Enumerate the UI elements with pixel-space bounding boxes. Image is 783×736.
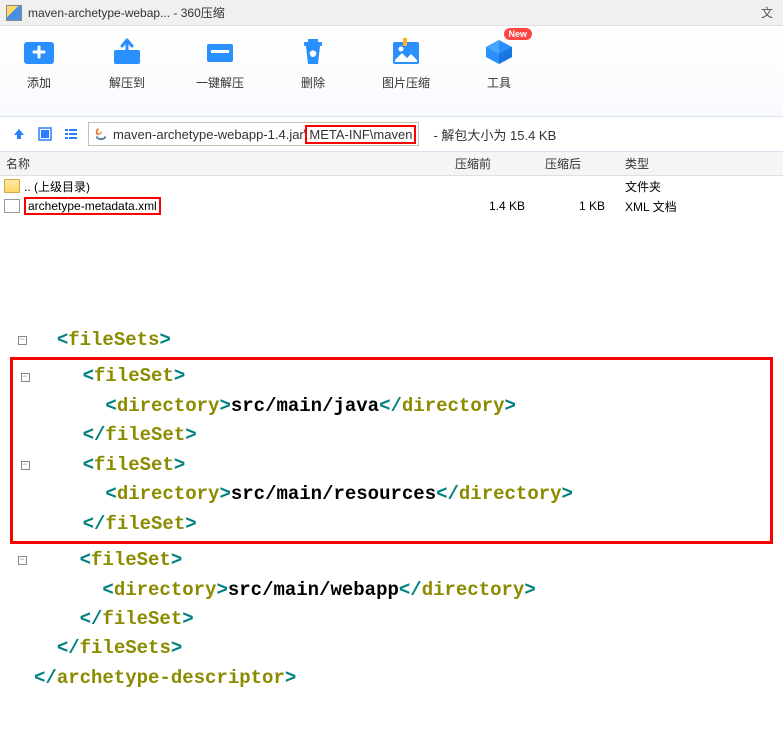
main-toolbar: 添加 解压到 一键解压 删除 图片压缩 New 工具 — [0, 26, 783, 116]
code-text: <fileSets> — [34, 326, 171, 355]
fold-gutter[interactable] — [13, 480, 37, 509]
toolbar-onekey-label: 一键解压 — [196, 74, 244, 91]
column-before-header[interactable]: 压缩前 — [455, 155, 545, 172]
list-item-parent[interactable]: .. (上级目录) 文件夹 — [0, 176, 783, 196]
fold-gutter[interactable] — [10, 576, 34, 605]
code-line: − <fileSet> — [10, 546, 773, 575]
code-text: <directory>src/main/webapp</directory> — [34, 576, 536, 605]
toolbar-image-button[interactable]: 图片压缩 — [382, 36, 430, 116]
code-text: <directory>src/main/resources</directory… — [37, 480, 573, 509]
code-line: − <fileSets> — [10, 326, 773, 355]
java-jar-icon — [93, 126, 109, 142]
extract-icon — [108, 36, 146, 68]
folder-icon — [4, 179, 20, 193]
code-text: </fileSets> — [34, 634, 182, 663]
file-name: .. (上级目录) — [24, 178, 455, 195]
path-highlighted: META-INF\maven — [305, 125, 416, 144]
code-line: </fileSet> — [10, 605, 773, 634]
code-line: − <fileSet> — [13, 451, 764, 480]
app-icon — [6, 5, 22, 21]
navigation-bar: maven-archetype-webapp-1.4.jar\META-INF\… — [0, 116, 783, 152]
fold-gutter[interactable] — [10, 634, 34, 663]
fold-gutter[interactable] — [10, 605, 34, 634]
path-prefix: maven-archetype-webapp-1.4.jar\ — [113, 127, 307, 142]
toolbar-tool-button[interactable]: New 工具 — [480, 36, 518, 116]
code-line: </archetype-descriptor> — [10, 664, 773, 693]
up-arrow-icon[interactable] — [10, 125, 28, 143]
code-text: </fileSet> — [37, 421, 197, 450]
code-text: <fileSet> — [37, 362, 185, 391]
code-text: <directory>src/main/java</directory> — [37, 392, 516, 421]
window-titlebar: maven-archetype-webap... - 360压缩 文 — [0, 0, 783, 26]
toolbar-add-label: 添加 — [27, 74, 51, 91]
file-list: .. (上级目录) 文件夹 archetype-metadata.xml 1.4… — [0, 176, 783, 216]
xml-code-view: − <fileSets>− <fileSet> <directory>src/m… — [0, 326, 783, 693]
new-badge: New — [504, 28, 533, 40]
column-name-header[interactable]: 名称 — [0, 155, 455, 172]
file-name: archetype-metadata.xml — [24, 197, 455, 215]
code-line: <directory>src/main/java</directory> — [13, 392, 764, 421]
xml-file-icon — [4, 199, 20, 213]
file-list-header: 名称 压缩前 压缩后 类型 — [0, 152, 783, 176]
column-after-header[interactable]: 压缩后 — [545, 155, 625, 172]
fold-gutter[interactable]: − — [13, 451, 37, 480]
path-input[interactable]: maven-archetype-webapp-1.4.jar\META-INF\… — [88, 122, 419, 146]
fold-gutter[interactable] — [13, 392, 37, 421]
toolbar-onekey-button[interactable]: 一键解压 — [196, 36, 244, 116]
image-compress-icon — [387, 36, 425, 68]
window-title: maven-archetype-webap... - 360压缩 — [28, 4, 225, 21]
toolbar-extract-button[interactable]: 解压到 — [108, 36, 146, 116]
view-grid-icon[interactable] — [36, 125, 54, 143]
fold-gutter[interactable]: − — [10, 546, 34, 575]
toolbar-delete-label: 删除 — [301, 74, 325, 91]
fold-gutter[interactable] — [13, 421, 37, 450]
tool-icon — [480, 36, 518, 68]
file-type: 文件夹 — [625, 178, 745, 195]
toolbar-delete-button[interactable]: 删除 — [294, 36, 332, 116]
column-type-header[interactable]: 类型 — [625, 155, 745, 172]
toolbar-extract-label: 解压到 — [109, 74, 145, 91]
code-text: </fileSet> — [34, 605, 194, 634]
file-type: XML 文档 — [625, 198, 745, 215]
toolbar-image-label: 图片压缩 — [382, 74, 430, 91]
toolbar-tool-label: 工具 — [487, 74, 511, 91]
code-text: <fileSet> — [37, 451, 185, 480]
code-line: <directory>src/main/webapp</directory> — [10, 576, 773, 605]
code-text: </archetype-descriptor> — [34, 664, 296, 693]
onekey-icon — [201, 36, 239, 68]
code-line: </fileSet> — [13, 421, 764, 450]
fold-gutter[interactable] — [13, 510, 37, 539]
toolbar-add-button[interactable]: 添加 — [20, 36, 58, 116]
code-text: <fileSet> — [34, 546, 182, 575]
fold-gutter[interactable]: − — [10, 326, 34, 355]
code-line: − <fileSet> — [13, 362, 764, 391]
delete-icon — [294, 36, 332, 68]
add-icon — [20, 36, 58, 68]
fold-gutter[interactable] — [10, 664, 34, 693]
code-line: <directory>src/main/resources</directory… — [13, 480, 764, 509]
fold-gutter[interactable]: − — [13, 362, 37, 391]
code-text: </fileSet> — [37, 510, 197, 539]
list-item-file[interactable]: archetype-metadata.xml 1.4 KB 1 KB XML 文… — [0, 196, 783, 216]
titlebar-right-char: 文 — [761, 4, 777, 21]
file-size-after: 1 KB — [545, 199, 625, 213]
unpack-size-info: - 解包大小为 15.4 KB — [433, 125, 556, 144]
view-list-icon[interactable] — [62, 125, 80, 143]
code-line: </fileSet> — [13, 510, 764, 539]
file-size-before: 1.4 KB — [455, 199, 545, 213]
code-line: </fileSets> — [10, 634, 773, 663]
